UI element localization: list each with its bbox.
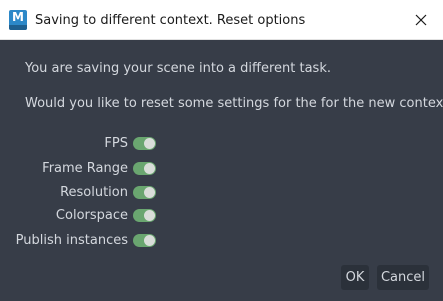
option-row-fps: FPS — [0, 134, 170, 154]
ok-button[interactable]: OK — [341, 265, 369, 290]
toggle-knob — [144, 235, 155, 246]
option-row-resolution: Resolution — [0, 183, 170, 203]
resolution-toggle[interactable] — [133, 186, 156, 199]
option-row-publish-instances: Publish instances — [0, 231, 170, 251]
app-icon-letter: M — [12, 10, 24, 24]
frame-range-toggle[interactable] — [133, 162, 156, 175]
toggle-knob — [144, 187, 155, 198]
option-label-fps: FPS — [104, 136, 128, 151]
option-row-colorspace: Colorspace — [0, 206, 170, 226]
toggle-knob — [144, 210, 155, 221]
title-bar: M Saving to different context. Reset opt… — [0, 0, 443, 40]
option-label-frame-range: Frame Range — [42, 161, 128, 176]
option-row-frame-range: Frame Range — [0, 159, 170, 179]
app-icon-stripe — [9, 25, 27, 30]
message-line-2: Would you like to reset some settings fo… — [25, 96, 443, 111]
reset-options-dialog: M Saving to different context. Reset opt… — [0, 0, 443, 301]
close-icon — [415, 14, 427, 25]
fps-toggle[interactable] — [133, 137, 156, 150]
dialog-content: You are saving your scene into a differe… — [0, 40, 443, 301]
maya-app-icon: M — [9, 10, 27, 30]
toggle-knob — [144, 138, 155, 149]
colorspace-toggle[interactable] — [133, 209, 156, 222]
window-title: Saving to different context. Reset optio… — [35, 13, 306, 28]
message-line-1: You are saving your scene into a differe… — [25, 61, 331, 76]
option-label-resolution: Resolution — [60, 185, 128, 200]
publish-instances-toggle[interactable] — [133, 234, 156, 247]
cancel-button[interactable]: Cancel — [377, 265, 429, 290]
toggle-knob — [144, 163, 155, 174]
close-button[interactable] — [399, 0, 443, 39]
option-label-colorspace: Colorspace — [55, 208, 128, 223]
option-label-publish-instances: Publish instances — [15, 233, 128, 248]
